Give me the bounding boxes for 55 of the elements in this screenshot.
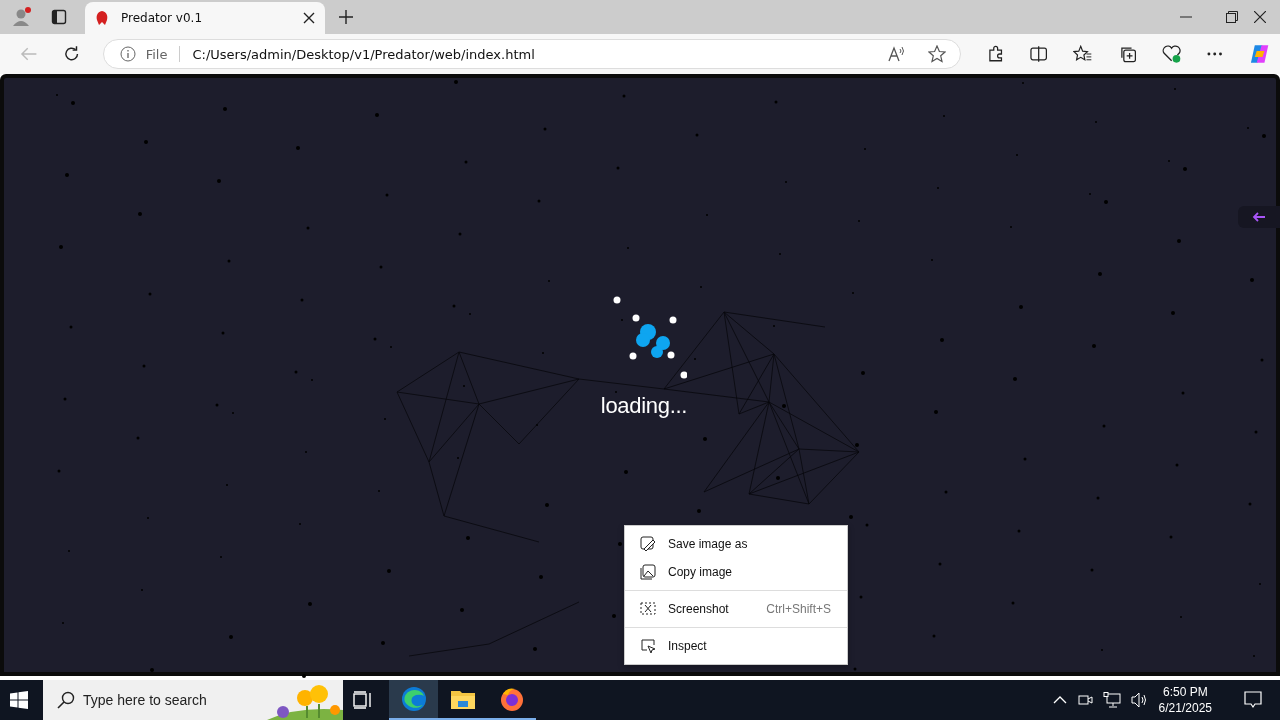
- new-tab-icon[interactable]: [339, 10, 353, 24]
- favicon-icon: [95, 10, 109, 26]
- scheme-label: File: [145, 46, 168, 62]
- folder-icon: [449, 688, 476, 710]
- browser-tab[interactable]: Predator v0.1: [85, 2, 325, 34]
- clock-time[interactable]: 6:50 PM: [1162, 684, 1208, 700]
- close-tab-icon[interactable]: [303, 12, 315, 24]
- menu-item[interactable]: Copy image: [625, 558, 847, 586]
- health-icon[interactable]: [1162, 45, 1182, 63]
- menu-item-label: Screenshot: [668, 602, 730, 616]
- chevron-up-icon[interactable]: [1052, 695, 1067, 705]
- menu-item-label: Save image as: [668, 537, 749, 551]
- read-aloud-icon[interactable]: [887, 46, 906, 62]
- edge-browser-icon: [400, 686, 427, 712]
- url-text: C:/Users/admin/Desktop/v1/Predator/web/index.html: [192, 46, 535, 62]
- refresh-icon[interactable]: [63, 45, 81, 63]
- image-icon: [640, 564, 656, 580]
- info-icon: [119, 46, 136, 62]
- puzzle-icon[interactable]: [986, 45, 1005, 63]
- shortcut-text: Ctrl+Shift+S: [766, 602, 831, 616]
- copilot-icon[interactable]: [1248, 43, 1270, 65]
- side-panel-toggle[interactable]: [1238, 206, 1280, 228]
- collections-icon[interactable]: [1118, 45, 1137, 63]
- profile-icon[interactable]: [11, 6, 33, 28]
- restore-icon[interactable]: [1226, 11, 1238, 23]
- tab-actions-icon[interactable]: [51, 9, 67, 25]
- clock-date[interactable]: 6/21/2025: [1158, 700, 1212, 716]
- favorites-icon[interactable]: [1073, 45, 1093, 63]
- notifications-icon[interactable]: [1244, 691, 1262, 709]
- firefox-icon: [498, 686, 525, 712]
- menu-item[interactable]: Save image as: [625, 530, 847, 558]
- taskbar-app[interactable]: [389, 680, 438, 720]
- close-icon[interactable]: [1254, 11, 1266, 23]
- inspect-icon: [640, 638, 656, 654]
- search-icon: [57, 691, 75, 709]
- menu-item-label: Copy image: [668, 565, 734, 579]
- split-screen-icon[interactable]: [1030, 46, 1048, 62]
- search-placeholder: Type here to search: [83, 692, 207, 708]
- favorite-star-icon[interactable]: [927, 45, 946, 63]
- scissors-icon: [640, 601, 656, 617]
- more-icon[interactable]: [1207, 52, 1223, 56]
- menu-item[interactable]: Inspect: [625, 632, 847, 660]
- speaker-icon[interactable]: [1130, 692, 1149, 708]
- image-edit-icon: [640, 536, 656, 552]
- loader-icon: [611, 295, 687, 381]
- menu-item-label: Inspect: [668, 639, 708, 653]
- arrow-left-icon: [1252, 212, 1266, 222]
- windows-start-icon[interactable]: [10, 691, 28, 709]
- taskbar-search-field[interactable]: Type here to search: [43, 680, 343, 720]
- menu-item[interactable]: Screenshot Ctrl+Shift+S: [625, 595, 847, 623]
- loading-text: loading...: [600, 393, 688, 419]
- task-view-icon[interactable]: [353, 691, 373, 709]
- network-icon[interactable]: [1102, 692, 1121, 708]
- tab-title: Predator v0.1: [121, 11, 204, 25]
- address-bar[interactable]: File C:/Users/admin/Desktop/v1/Predator/web/index.html: [102, 39, 961, 69]
